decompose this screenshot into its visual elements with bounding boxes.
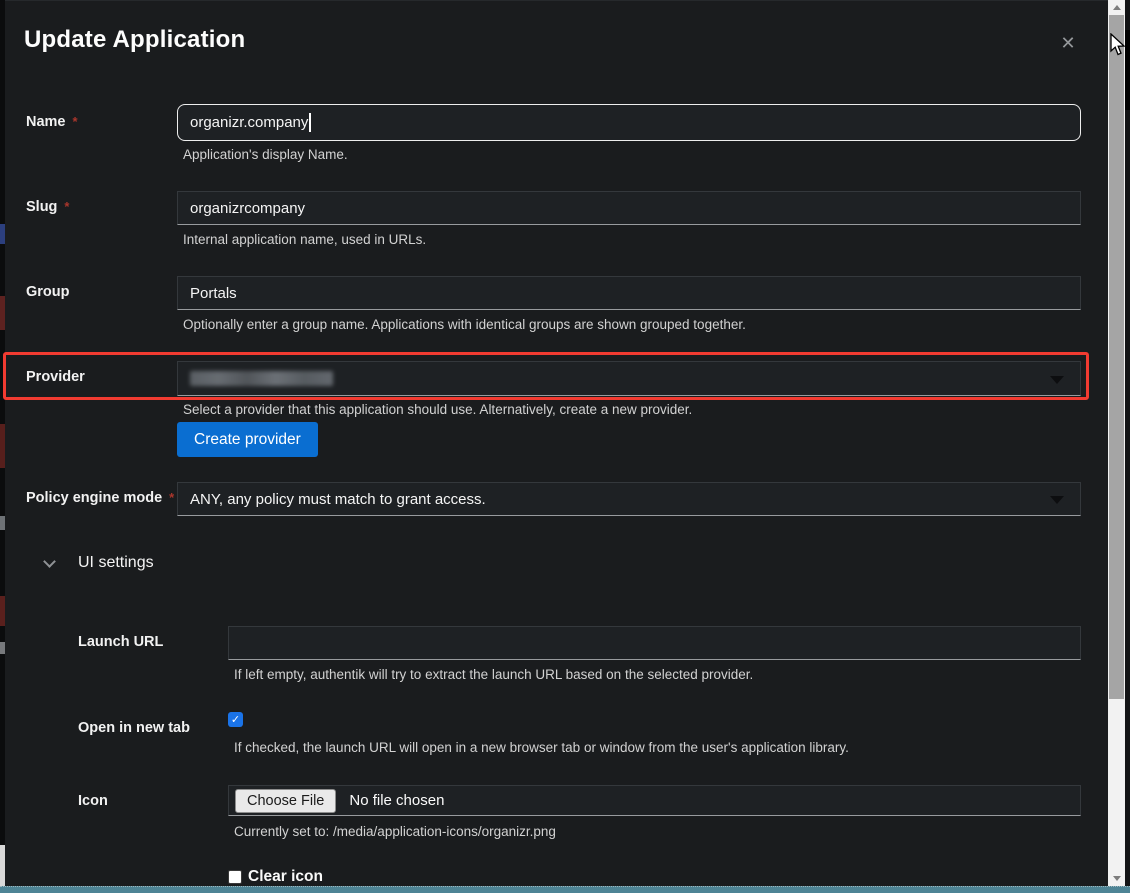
group-label: Group	[26, 284, 70, 300]
choose-file-button[interactable]: Choose File	[235, 789, 336, 813]
group-help-text: Optionally enter a group name. Applicati…	[183, 317, 746, 332]
slug-input[interactable]: organizrcompany	[177, 191, 1081, 225]
icon-label: Icon	[78, 793, 108, 809]
required-asterisk: *	[73, 114, 78, 129]
text-cursor	[309, 113, 311, 132]
chevron-down-icon	[43, 555, 56, 568]
modal-title: Update Application	[24, 26, 245, 54]
provider-select[interactable]	[177, 361, 1081, 396]
ui-settings-section-toggle[interactable]: UI settings	[45, 554, 154, 572]
ui-settings-section-label: UI settings	[78, 554, 154, 572]
caret-down-icon	[1050, 376, 1064, 384]
policy-engine-mode-select[interactable]: ANY, any policy must match to grant acce…	[177, 482, 1081, 516]
right-edge-strip	[1125, 0, 1130, 893]
scrollbar-up-button[interactable]	[1108, 0, 1125, 15]
scrollbar-thumb[interactable]	[1109, 15, 1124, 699]
name-label: Name*	[26, 114, 78, 130]
close-icon[interactable]: ✕	[1055, 30, 1081, 56]
scrollbar-down-button[interactable]	[1108, 871, 1125, 886]
launch-url-label: Launch URL	[78, 634, 163, 650]
policy-engine-mode-label: Policy engine mode*	[26, 490, 174, 506]
required-asterisk: *	[169, 490, 174, 505]
launch-url-help-text: If left empty, authentik will try to ext…	[234, 667, 753, 682]
clear-icon-checkbox[interactable]	[228, 870, 242, 884]
policy-engine-mode-value: ANY, any policy must match to grant acce…	[190, 491, 486, 508]
arrow-up-icon	[1113, 5, 1121, 10]
file-chosen-status: No file chosen	[349, 792, 444, 809]
check-icon: ✓	[231, 713, 240, 726]
name-help-text: Application's display Name.	[183, 147, 348, 162]
provider-help-text: Select a provider that this application …	[183, 402, 692, 417]
provider-redacted-value	[190, 371, 333, 386]
slug-label: Slug*	[26, 199, 69, 215]
required-asterisk: *	[64, 199, 69, 214]
group-input-value: Portals	[190, 285, 237, 302]
icon-help-text: Currently set to: /media/application-ico…	[234, 824, 556, 839]
provider-label: Provider	[26, 369, 85, 385]
create-provider-button[interactable]: Create provider	[177, 422, 318, 457]
slug-help-text: Internal application name, used in URLs.	[183, 232, 426, 247]
group-input[interactable]: Portals	[177, 276, 1081, 310]
arrow-down-icon	[1113, 876, 1121, 881]
open-in-new-tab-help-text: If checked, the launch URL will open in …	[234, 740, 849, 755]
screenshot-viewport: Update Application ✕ Name* organizr.comp…	[0, 0, 1130, 893]
launch-url-input[interactable]	[228, 626, 1081, 660]
bottom-edge-bar	[0, 886, 1130, 893]
icon-file-input[interactable]: Choose File No file chosen	[228, 785, 1081, 816]
name-input-value: organizr.company	[190, 114, 308, 131]
vertical-scrollbar[interactable]	[1108, 0, 1125, 893]
update-application-modal: Update Application ✕ Name* organizr.comp…	[5, 0, 1108, 887]
right-edge-notch	[1125, 30, 1130, 110]
name-input[interactable]: organizr.company	[177, 104, 1081, 141]
open-in-new-tab-label: Open in new tab	[78, 720, 190, 736]
slug-input-value: organizrcompany	[190, 200, 305, 217]
open-in-new-tab-checkbox[interactable]: ✓	[228, 712, 243, 727]
clear-icon-label: Clear icon	[248, 868, 323, 886]
caret-down-icon	[1050, 496, 1064, 504]
